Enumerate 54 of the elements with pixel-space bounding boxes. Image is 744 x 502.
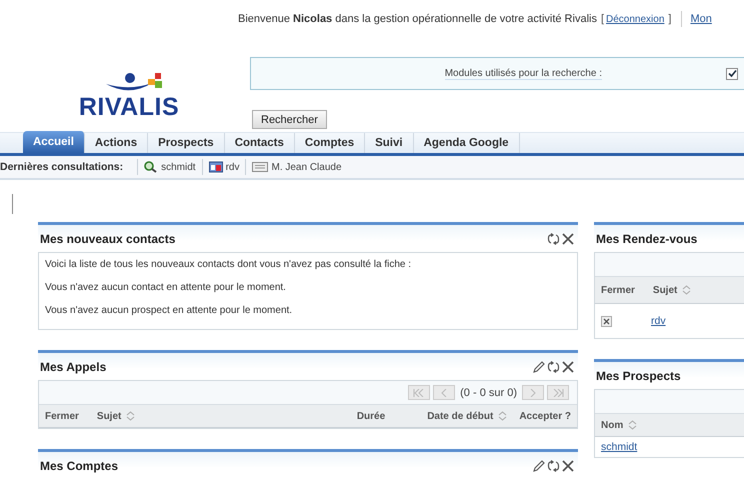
message-text: Voici la liste de tous les nouveaux contacts dont vous n'avez pas consulté la fiche : bbox=[45, 259, 412, 270]
table-link[interactable]: schmidt bbox=[601, 441, 638, 453]
panel-title: Mes Rendez-vous bbox=[595, 232, 698, 246]
column-header[interactable]: Sujet bbox=[646, 284, 744, 296]
close-icon[interactable] bbox=[562, 232, 574, 244]
welcome-text: Bienvenue Nicolas dans la gestion opérationnelle de votre activité Rivalis bbox=[238, 13, 597, 25]
message-text: Vous n'avez aucun contact en attente pour le moment. bbox=[45, 282, 287, 293]
panel-title: Mes nouveaux contacts bbox=[39, 232, 176, 246]
column-header[interactable]: Accepter ? bbox=[513, 410, 577, 422]
column-header[interactable]: Durée bbox=[350, 410, 392, 422]
nav-tab[interactable]: Actions bbox=[84, 133, 148, 153]
close-icon[interactable] bbox=[562, 460, 574, 472]
message-text: Vous n'avez aucun prospect en attente pour le moment. bbox=[45, 305, 294, 316]
nav-tab[interactable]: Agenda Google bbox=[414, 133, 520, 153]
recent-item-link[interactable]: M. Jean Claude bbox=[271, 162, 342, 172]
refresh-icon[interactable] bbox=[547, 232, 560, 244]
magnifier-icon bbox=[144, 161, 158, 173]
search-button[interactable]: Rechercher bbox=[252, 110, 327, 129]
previous-page-icon bbox=[440, 388, 448, 396]
remove-checkbox-icon[interactable] bbox=[601, 316, 612, 326]
bracket-text: ] bbox=[668, 13, 672, 25]
modules-checkbox[interactable] bbox=[726, 68, 738, 80]
pencil-icon[interactable] bbox=[533, 460, 545, 472]
panel-title: Mes Comptes bbox=[39, 458, 118, 472]
bracket-text: [ bbox=[600, 13, 604, 25]
nav-tab[interactable]: Contacts bbox=[224, 133, 295, 153]
first-page-icon bbox=[413, 388, 426, 396]
last-page-icon bbox=[552, 388, 564, 396]
pager-text: (0 - 0 sur 0) bbox=[460, 386, 517, 398]
column-header[interactable]: Date de début bbox=[421, 410, 514, 422]
column-header[interactable]: Fermer bbox=[39, 410, 91, 422]
logo-text: RIVALIS bbox=[78, 95, 180, 119]
panel-title: Mes Prospects bbox=[595, 368, 681, 382]
refresh-icon[interactable] bbox=[547, 360, 560, 372]
close-icon[interactable] bbox=[562, 360, 574, 372]
column-header[interactable]: Sujet bbox=[90, 410, 351, 422]
nav-tab[interactable]: Prospects bbox=[148, 133, 225, 153]
recent-label: Dernières consultations: bbox=[0, 161, 124, 173]
refresh-icon[interactable] bbox=[547, 460, 560, 472]
card-icon bbox=[252, 161, 268, 173]
recent-item-link[interactable]: schmidt bbox=[161, 162, 196, 172]
modules-label: Modules utilisés pour la recherche : bbox=[444, 68, 602, 80]
pencil-icon[interactable] bbox=[533, 360, 545, 372]
calendar-icon bbox=[208, 161, 223, 173]
panel-title: Mes Appels bbox=[39, 360, 106, 374]
column-header[interactable]: Fermer bbox=[595, 284, 647, 296]
nav-tab[interactable]: Accueil bbox=[23, 131, 85, 153]
nav-tab[interactable]: Comptes bbox=[294, 133, 366, 153]
logout-link[interactable]: Déconnexion bbox=[606, 14, 664, 24]
nav-tab[interactable]: Suivi bbox=[365, 133, 414, 153]
account-link[interactable]: Mon bbox=[690, 13, 712, 25]
next-page-icon bbox=[529, 388, 537, 396]
table-link[interactable]: rdv bbox=[651, 315, 666, 327]
recent-item-link[interactable]: rdv bbox=[226, 162, 240, 172]
